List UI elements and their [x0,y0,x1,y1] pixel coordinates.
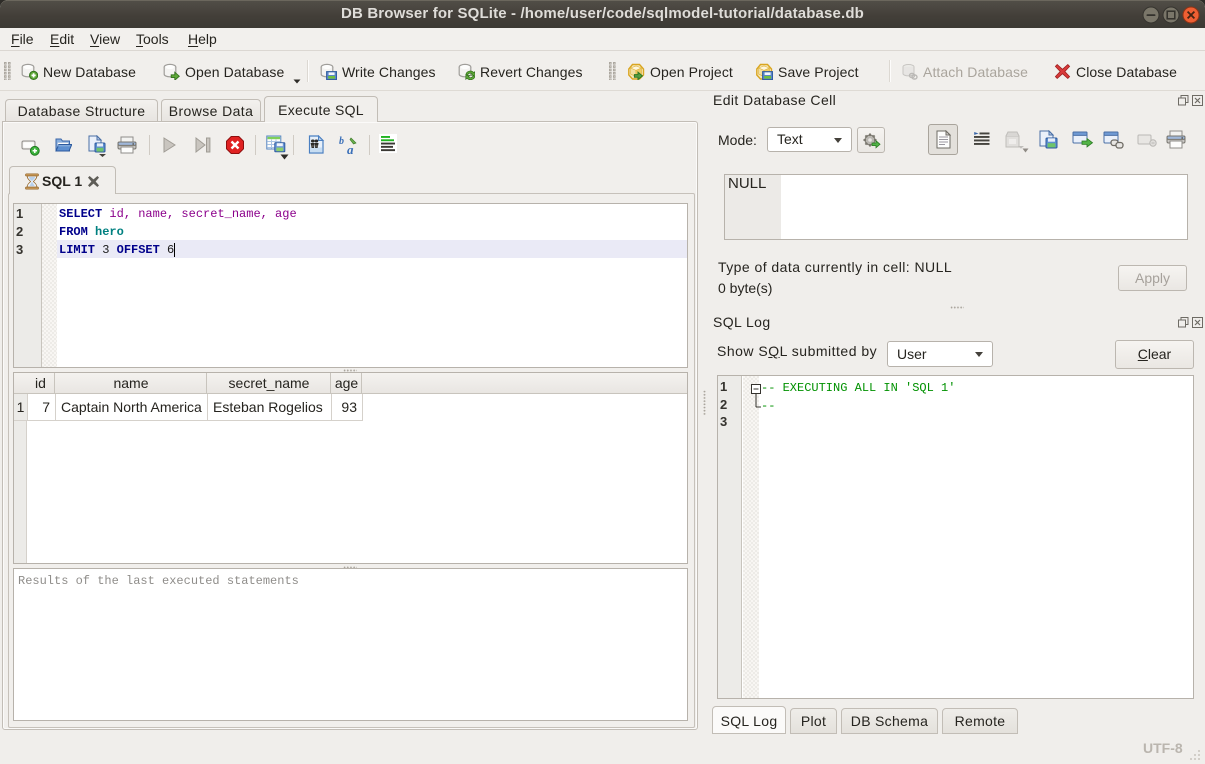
svg-text:a: a [347,142,354,156]
svg-text:b: b [339,136,344,147]
